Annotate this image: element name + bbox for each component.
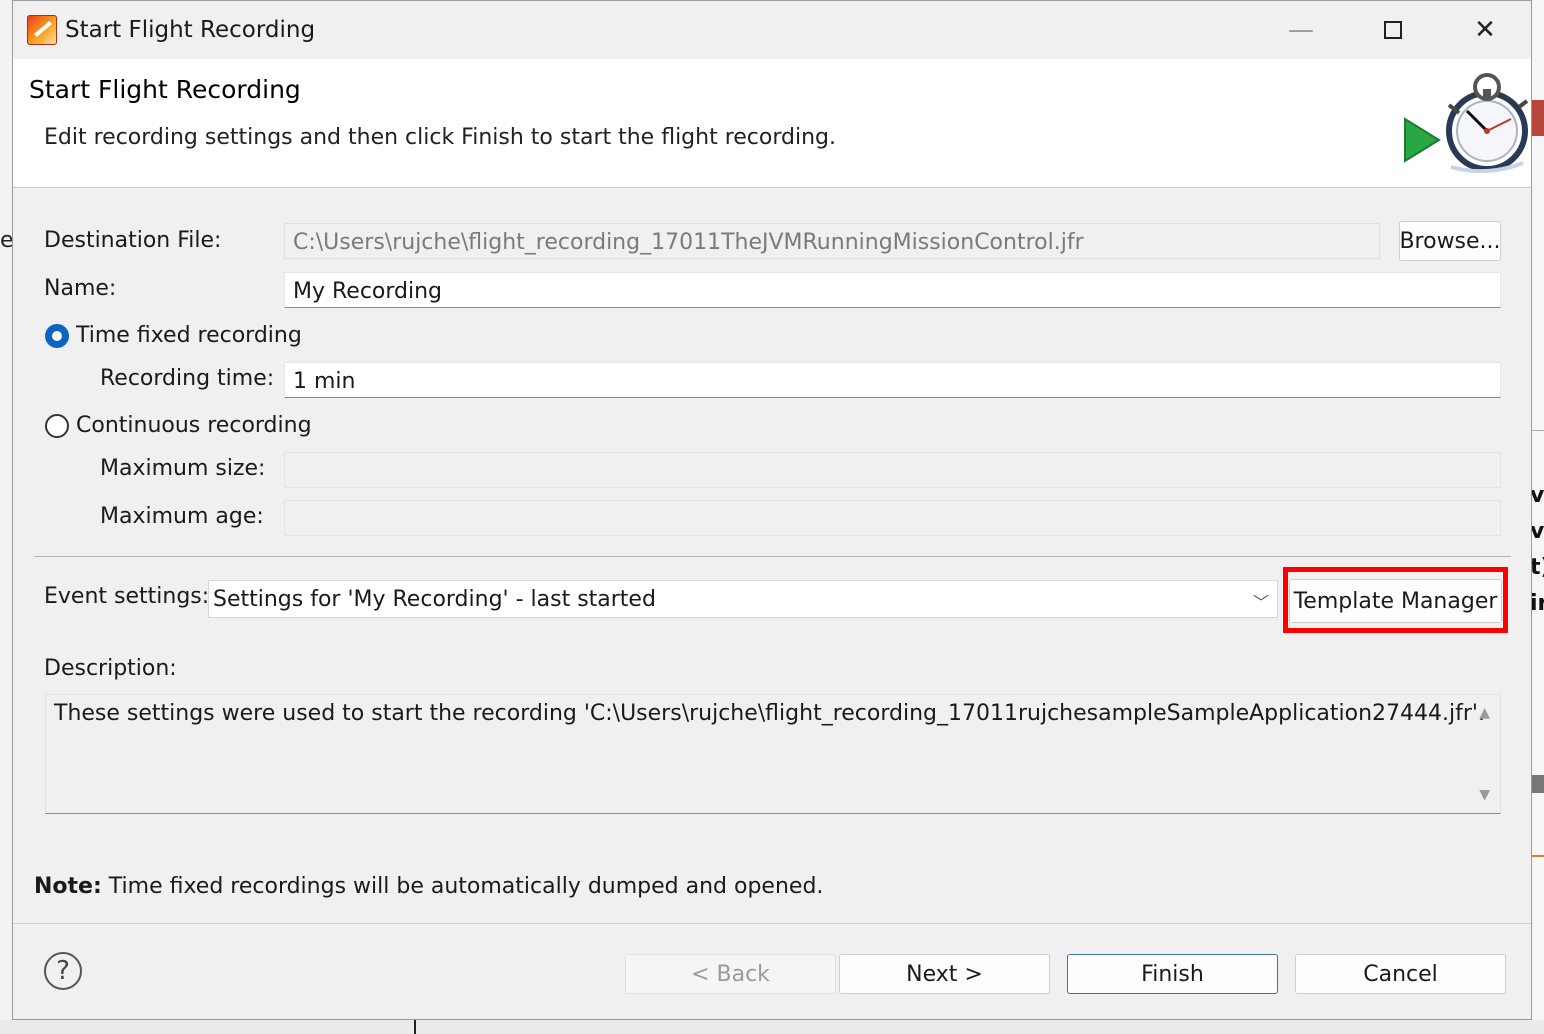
- title-bar[interactable]: Start Flight Recording — ✕: [13, 1, 1531, 59]
- start-flight-recording-dialog: Start Flight Recording — ✕ Start Flight …: [12, 0, 1532, 1020]
- background-text-fragment: va: [1530, 519, 1544, 544]
- section-divider: [34, 556, 1511, 557]
- time-fixed-recording-label[interactable]: Time fixed recording: [76, 323, 302, 348]
- description-textarea[interactable]: These settings were used to start the re…: [45, 694, 1501, 814]
- wizard-banner: Start Flight Recording Edit recording se…: [13, 59, 1531, 188]
- scroll-down-icon[interactable]: ▼: [1479, 787, 1490, 803]
- close-icon: ✕: [1474, 15, 1496, 45]
- maximize-icon: [1384, 21, 1402, 39]
- destination-file-field[interactable]: C:\Users\rujche\flight_recording_17011Th…: [284, 223, 1380, 259]
- background-divider: [1532, 430, 1544, 431]
- maximize-button[interactable]: [1347, 1, 1439, 59]
- background-text-right: va va t) ir: [1530, 478, 1544, 622]
- name-field[interactable]: My Recording: [284, 272, 1501, 308]
- background-scroll-block: [1532, 775, 1544, 793]
- description-label: Description:: [44, 656, 177, 681]
- minimize-button[interactable]: —: [1255, 1, 1347, 59]
- continuous-radio[interactable]: [45, 414, 69, 438]
- continuous-recording-label[interactable]: Continuous recording: [76, 413, 312, 438]
- back-button[interactable]: < Back: [625, 954, 836, 994]
- footer-divider: [13, 923, 1531, 924]
- page-title: Start Flight Recording: [29, 75, 301, 104]
- maximum-size-label: Maximum size:: [100, 456, 266, 481]
- background-accent-bar: [1532, 100, 1544, 136]
- background-text-fragment: ir: [1530, 591, 1544, 616]
- note-body: Time fixed recordings will be automatica…: [101, 874, 824, 899]
- background-window-left: [0, 0, 12, 1034]
- recording-time-label: Recording time:: [100, 366, 275, 391]
- background-window-bottom: [0, 1020, 1544, 1034]
- browse-button[interactable]: Browse...: [1399, 221, 1501, 261]
- recording-time-field[interactable]: 1 min: [284, 362, 1501, 398]
- close-button[interactable]: ✕: [1439, 1, 1531, 59]
- event-settings-label: Event settings:: [44, 584, 210, 609]
- maximum-age-label: Maximum age:: [100, 504, 264, 529]
- minimize-icon: —: [1288, 15, 1314, 45]
- description-text: These settings were used to start the re…: [54, 701, 1485, 726]
- help-icon[interactable]: ?: [44, 952, 82, 990]
- note-label: Note:: [34, 874, 102, 899]
- event-settings-selected: Settings for 'My Recording' - last start…: [213, 587, 656, 612]
- name-label: Name:: [44, 276, 117, 301]
- maximum-age-field: [284, 500, 1501, 536]
- destination-file-label: Destination File:: [44, 228, 222, 253]
- flight-recorder-app-icon: [27, 15, 57, 45]
- time-fixed-radio[interactable]: [45, 324, 69, 348]
- stopwatch-play-icon: [1404, 73, 1529, 174]
- maximum-size-field: [284, 452, 1501, 488]
- background-text-fragment: t): [1530, 555, 1544, 580]
- background-orange-line: [1532, 855, 1544, 857]
- cancel-button[interactable]: Cancel: [1295, 954, 1506, 994]
- chevron-down-icon: ﹀: [1252, 593, 1269, 612]
- page-description: Edit recording settings and then click F…: [44, 125, 836, 150]
- event-settings-dropdown[interactable]: Settings for 'My Recording' - last start…: [208, 580, 1278, 618]
- template-manager-highlight: [1283, 567, 1508, 633]
- background-text-fragment: va: [1530, 483, 1544, 508]
- note-text: Note: Time fixed recordings will be auto…: [34, 874, 823, 899]
- finish-button[interactable]: Finish: [1067, 954, 1278, 994]
- background-vertical-line: [414, 1020, 416, 1034]
- window-title: Start Flight Recording: [65, 17, 316, 43]
- scroll-up-icon[interactable]: ▲: [1479, 705, 1490, 721]
- next-button[interactable]: Next >: [839, 954, 1050, 994]
